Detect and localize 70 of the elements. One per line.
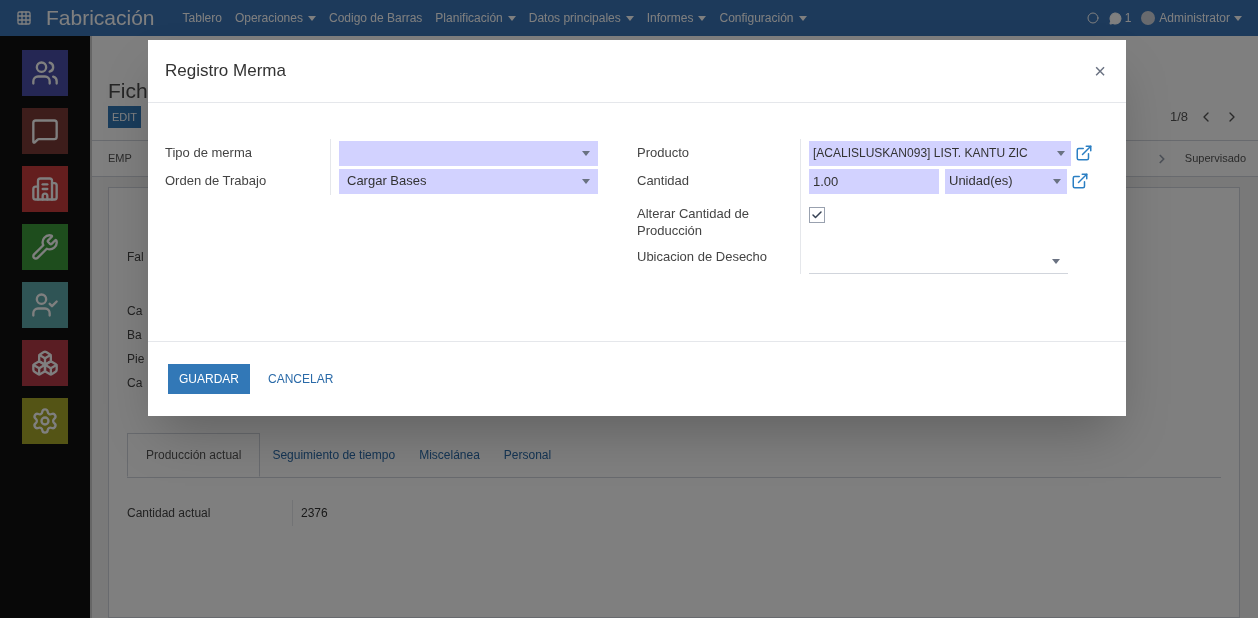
- field-label: Fal: [127, 249, 144, 266]
- caret-icon: [1057, 150, 1065, 156]
- menu-item[interactable]: Planificación: [435, 9, 516, 27]
- wrench-icon: [31, 233, 59, 261]
- caret-icon: [1052, 258, 1060, 264]
- edit-button[interactable]: EDIT: [108, 106, 142, 128]
- select-field[interactable]: [339, 140, 598, 166]
- field-label: Producto: [637, 144, 691, 163]
- cubes-icon: [31, 349, 59, 377]
- app-title: Fabricación: [46, 5, 155, 32]
- app-tile[interactable]: [22, 282, 68, 328]
- caret-icon: [625, 15, 634, 21]
- gear-icon: [31, 407, 59, 435]
- tab[interactable]: Miscelánea: [407, 433, 492, 477]
- app-tile[interactable]: [22, 398, 68, 444]
- app-tile[interactable]: [22, 166, 68, 212]
- record-title: Fich: [108, 78, 149, 104]
- chat-button[interactable]: 1: [1108, 9, 1132, 27]
- app-tile[interactable]: [22, 340, 68, 386]
- apps-menu-icon[interactable]: [16, 10, 32, 26]
- speech-bubble-icon: [31, 117, 59, 145]
- app-tile[interactable]: [22, 108, 68, 154]
- field-label: Ca: [127, 303, 143, 320]
- tab[interactable]: Seguimiento de tiempo: [260, 433, 408, 477]
- field-label: Alterar Cantidad de Producción: [637, 205, 750, 239]
- user-check-icon: [31, 291, 59, 319]
- menu-item[interactable]: Codigo de Barras: [328, 9, 423, 27]
- input-field[interactable]: 1.00: [809, 168, 939, 194]
- building-icon: [31, 175, 59, 203]
- caret-icon: [307, 15, 316, 21]
- field-label: Ba: [127, 327, 142, 344]
- status-label: EMP: [108, 151, 132, 167]
- field-label: Ca: [127, 375, 143, 392]
- menu-item[interactable]: Informes: [646, 9, 707, 27]
- check-icon: [811, 209, 823, 221]
- pager-text: 1/8: [1169, 108, 1188, 127]
- external-link-icon[interactable]: [1071, 172, 1089, 190]
- menu-item[interactable]: Operaciones: [234, 9, 316, 27]
- status-stage[interactable]: Supervisado: [1184, 150, 1246, 167]
- people-icon: [31, 59, 59, 87]
- field-label: Cantidad: [637, 172, 691, 191]
- dialog-title: Registro Merma: [165, 60, 286, 83]
- caret-icon: [698, 15, 707, 21]
- menu-item[interactable]: Configuración: [719, 9, 807, 27]
- app-tile[interactable]: [22, 50, 68, 96]
- caret-icon: [507, 15, 516, 21]
- field-label: Pie: [127, 351, 145, 368]
- close-button[interactable]: ×: [1094, 61, 1106, 81]
- tab[interactable]: Personal: [491, 433, 564, 477]
- user-menu[interactable]: Administrator: [1141, 9, 1242, 27]
- app-tile[interactable]: [22, 224, 68, 270]
- menu-item[interactable]: Datos principales: [528, 9, 634, 27]
- field-value: 2376: [292, 500, 328, 526]
- caret-icon: [582, 150, 590, 156]
- caret-icon: [798, 15, 807, 21]
- field-label: Cantidad actual: [127, 505, 212, 522]
- cancel-button[interactable]: CANCELAR: [268, 364, 334, 394]
- select-field[interactable]: Cargar Bases: [339, 168, 598, 194]
- select-field[interactable]: Unidad(es): [945, 168, 1067, 194]
- external-link-icon[interactable]: [1075, 144, 1093, 162]
- field-label: Orden de Trabajo: [165, 172, 268, 191]
- field-label: Tipo de merma: [165, 144, 253, 163]
- save-button[interactable]: GUARDAR: [168, 364, 250, 394]
- checkbox[interactable]: [809, 207, 825, 223]
- select-field[interactable]: [ACALISLUSKAN093] LIST. KANTU ZIC: [809, 140, 1071, 166]
- circle-icon[interactable]: [1086, 12, 1099, 24]
- field-label: Ubicacion de Desecho: [637, 247, 769, 266]
- tab[interactable]: Producción actual: [127, 433, 261, 477]
- menu-item[interactable]: Tablero: [182, 9, 222, 27]
- caret-icon: [1234, 15, 1242, 21]
